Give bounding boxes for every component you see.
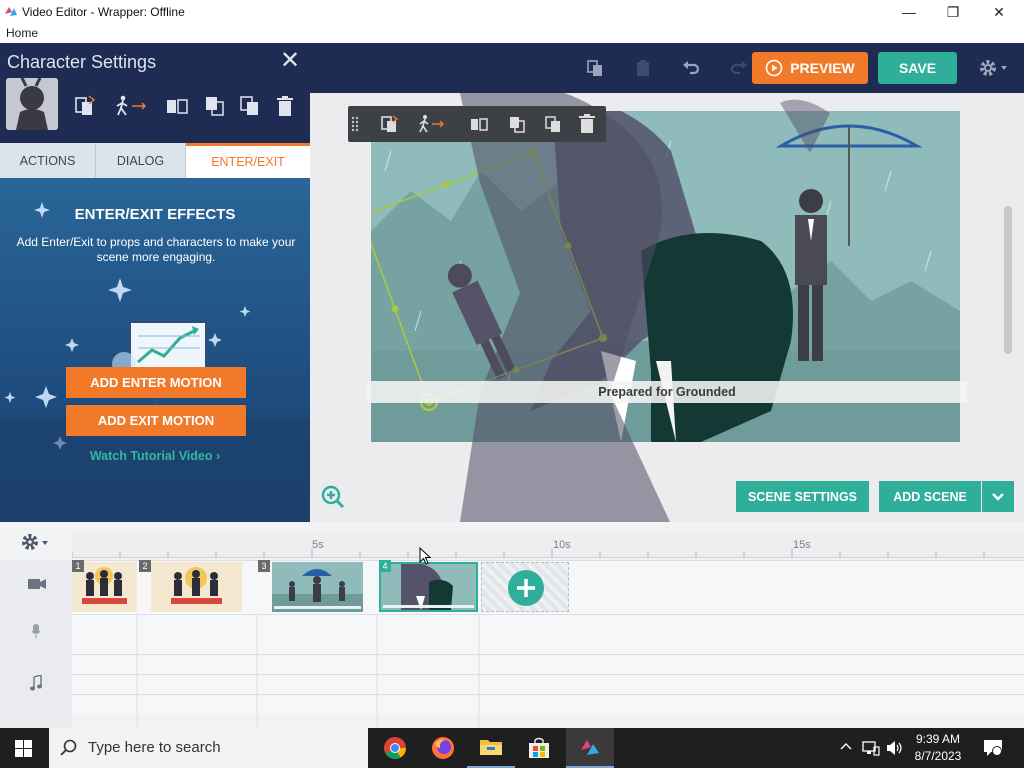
effects-title: ENTER/EXIT EFFECTS <box>74 206 236 223</box>
search-icon <box>60 739 78 757</box>
swap-character-icon[interactable] <box>376 111 402 137</box>
menu-bar: Home <box>0 24 1024 43</box>
enter-exit-effects-section: ENTER/EXIT EFFECTS Add Enter/Exit to pro… <box>0 178 310 522</box>
add-scene-button[interactable]: ADD SCENE <box>879 481 981 512</box>
exit-motion-label: ADD EXIT MOTION <box>97 413 215 428</box>
volume-icon[interactable] <box>886 740 904 756</box>
window-title: Video Editor - Wrapper: Offline <box>22 5 185 19</box>
scene-thumbnail-2[interactable] <box>151 562 242 612</box>
timeline-settings-icon[interactable] <box>20 532 52 552</box>
save-label: SAVE <box>898 60 937 76</box>
tick-label-15s: 15s <box>793 539 811 551</box>
windows-start-icon[interactable] <box>15 740 32 757</box>
add-scene-label: ADD SCENE <box>893 489 967 504</box>
search-placeholder: Type here to search <box>88 739 221 756</box>
stage-area[interactable]: Prepared for Grounded SCENE SETTINGS ADD… <box>310 93 1024 522</box>
add-enter-motion-button[interactable]: ADD ENTER MOTION <box>66 367 246 398</box>
clock[interactable]: 9:39 AM 8/7/2023 <box>905 731 971 765</box>
scene-number-4: 4 <box>379 560 391 572</box>
flip-icon[interactable] <box>164 93 190 119</box>
clock-date: 8/7/2023 <box>914 749 962 763</box>
maximize-button[interactable]: ❐ <box>930 0 976 24</box>
copy-icon[interactable] <box>582 55 608 81</box>
tick-label-10s: 10s <box>553 539 571 551</box>
clock-time: 9:39 AM <box>915 732 961 746</box>
floating-toolbar <box>348 106 606 142</box>
scene-settings-button[interactable]: SCENE SETTINGS <box>736 481 869 512</box>
scene-number-2: 2 <box>139 560 151 572</box>
video-camera-icon <box>28 578 46 590</box>
watch-tutorial-link[interactable]: Watch Tutorial Video › <box>0 449 310 463</box>
chrome-app-icon[interactable] <box>371 728 419 768</box>
settings-gear-icon[interactable] <box>974 55 1014 81</box>
close-icon[interactable]: ✕ <box>280 49 300 73</box>
timeline: 5s 10s 15s 1 2 3 4 <box>0 522 1024 728</box>
drag-handle-icon[interactable] <box>351 116 359 132</box>
stage-scrollbar[interactable] <box>1004 206 1012 354</box>
tick-label-5s: 5s <box>312 539 324 551</box>
timeline-ruler[interactable]: 5s 10s 15s <box>72 532 1024 558</box>
app-logo-icon <box>3 4 19 20</box>
mouse-cursor-icon <box>419 547 431 565</box>
minimize-button[interactable]: — <box>886 0 932 24</box>
trash-icon[interactable] <box>574 111 600 137</box>
paste-icon[interactable] <box>630 55 656 81</box>
play-icon <box>765 59 783 77</box>
effects-description: Add Enter/Exit to props and characters t… <box>16 235 296 264</box>
enter-motion-label: ADD ENTER MOTION <box>90 375 222 390</box>
bring-forward-icon[interactable] <box>504 111 530 137</box>
microphone-icon <box>31 624 41 638</box>
firefox-app-icon[interactable] <box>419 728 467 768</box>
chevron-down-icon <box>992 492 1004 501</box>
menu-home[interactable]: Home <box>6 26 38 40</box>
preview-button[interactable]: PREVIEW <box>752 52 868 84</box>
panel-title: Character Settings <box>7 52 157 72</box>
redo-icon[interactable] <box>726 55 752 81</box>
walk-motion-icon[interactable] <box>114 93 154 119</box>
send-backward-icon[interactable] <box>540 111 566 137</box>
notifications-icon[interactable] <box>983 739 1003 757</box>
character-thumbnail[interactable] <box>6 78 58 130</box>
flip-icon[interactable] <box>466 111 492 137</box>
send-backward-icon[interactable] <box>237 93 263 119</box>
tab-dialog[interactable]: DIALOG <box>96 143 186 178</box>
add-scene-placeholder[interactable] <box>481 562 569 612</box>
chevron-right-icon: › <box>216 449 221 463</box>
preview-label: PREVIEW <box>790 60 855 76</box>
add-scene-dropdown[interactable] <box>982 481 1014 512</box>
save-button[interactable]: SAVE <box>878 52 957 84</box>
tab-enter-exit[interactable]: ENTER/EXIT <box>186 143 310 178</box>
panel-tabs: ACTIONS DIALOG ENTER/EXIT <box>0 143 310 178</box>
plus-icon <box>507 569 545 607</box>
scene-settings-label: SCENE SETTINGS <box>747 489 858 504</box>
zoom-in-icon[interactable] <box>321 485 345 509</box>
tutorial-link-label: Watch Tutorial Video <box>89 449 213 463</box>
track-labels <box>0 560 72 728</box>
network-icon[interactable] <box>862 740 880 756</box>
video-editor-app-icon[interactable] <box>566 728 614 768</box>
top-toolbar: PREVIEW SAVE <box>310 43 1024 93</box>
character-settings-panel: Character Settings ✕ ACTIONS DIALOG ENTE… <box>0 43 310 522</box>
music-note-icon <box>30 675 42 691</box>
add-exit-motion-button[interactable]: ADD EXIT MOTION <box>66 405 246 436</box>
swap-character-icon[interactable] <box>72 93 98 119</box>
title-bar: Video Editor - Wrapper: Offline — ❐ ✕ <box>0 0 1024 24</box>
close-window-button[interactable]: ✕ <box>976 0 1022 24</box>
taskbar: Type here to search 9:39 AM 8/7/2023 <box>0 728 1024 768</box>
taskbar-search[interactable]: Type here to search <box>49 728 368 768</box>
file-explorer-icon[interactable] <box>467 728 515 768</box>
undo-icon[interactable] <box>678 55 704 81</box>
scene-number-1: 1 <box>72 560 84 572</box>
bring-forward-icon[interactable] <box>202 93 228 119</box>
scene-caption: Prepared for Grounded <box>598 385 736 399</box>
chevron-up-icon[interactable] <box>840 741 852 751</box>
walk-motion-icon[interactable] <box>416 111 450 137</box>
scene-thumbnail-3[interactable] <box>272 562 363 612</box>
tab-actions[interactable]: ACTIONS <box>0 143 96 178</box>
scene-thumbnail-4[interactable] <box>379 562 478 612</box>
scene-number-3: 3 <box>258 560 270 572</box>
microsoft-store-icon[interactable] <box>515 728 563 768</box>
trash-icon[interactable] <box>272 93 298 119</box>
